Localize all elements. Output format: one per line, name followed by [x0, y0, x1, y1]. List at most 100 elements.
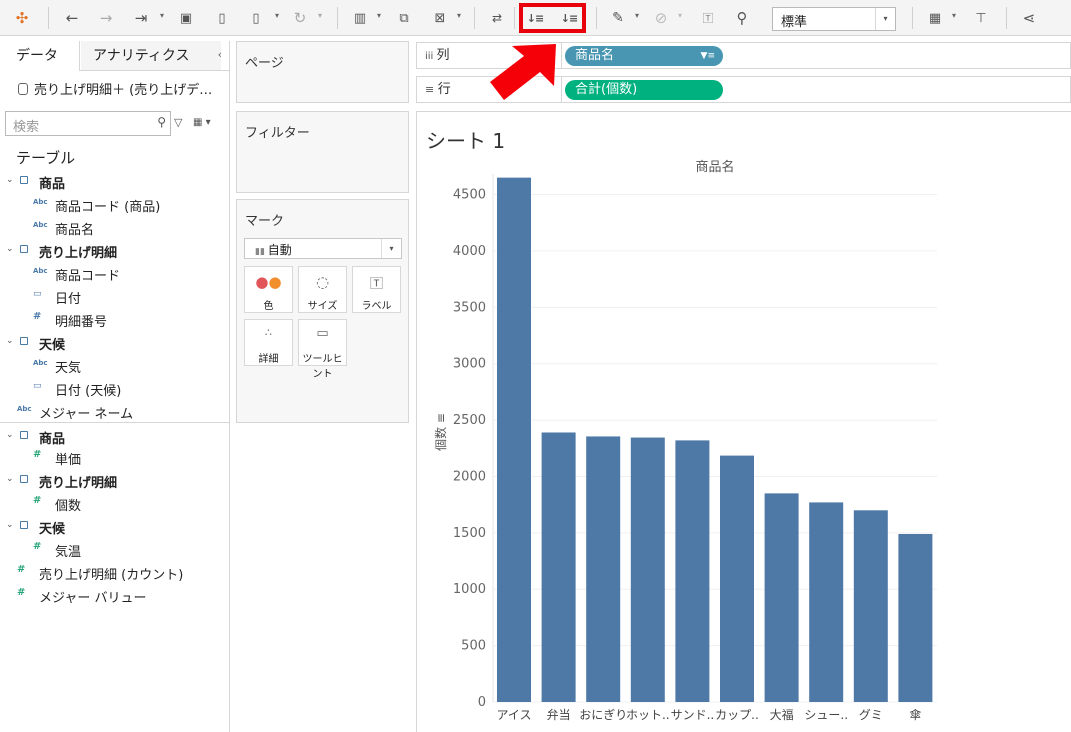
tableau-logo-icon[interactable]: ✣ — [12, 6, 32, 30]
chevron-down-icon[interactable]: ⌄ — [6, 244, 14, 254]
table-item[interactable]: ⌄ 天候 — [0, 516, 229, 538]
search-input[interactable]: 検索 ⚲ — [5, 111, 171, 136]
replay-icon[interactable]: ⇥ — [130, 6, 152, 30]
show-me-dropdown-icon[interactable]: ▾ — [952, 11, 956, 20]
field-item[interactable]: ▭ 日付 — [0, 286, 229, 308]
show-me-icon[interactable]: ▦ — [924, 6, 946, 30]
share-icon[interactable]: ⋖ — [1018, 6, 1040, 30]
color-icon: ●● — [255, 273, 282, 291]
field-item[interactable]: # 明細番号 — [0, 309, 229, 331]
field-item[interactable]: Abc メジャー ネーム — [0, 401, 229, 423]
y-tick-label: 1000 — [453, 582, 486, 597]
x-tick-label: 弁当 — [547, 707, 571, 722]
fit-select[interactable]: 標準 ▾ — [772, 7, 896, 31]
presentation-icon[interactable]: ⊤ — [970, 6, 992, 30]
size-button[interactable]: ◌ サイズ — [298, 266, 347, 313]
data-panel: データ アナリティクス ‹ 売り上げ明細＋ (売り上げデ… 検索 ⚲ ▽ ▦ ▾… — [0, 41, 230, 732]
chevron-down-icon[interactable]: ⌄ — [6, 520, 14, 530]
x-tick-label: サンド.. — [671, 708, 715, 722]
replay-dropdown-icon[interactable]: ▾ — [160, 11, 164, 20]
y-tick-label: 2500 — [453, 413, 486, 428]
label-icon[interactable]: 🅃 — [698, 6, 718, 30]
measure-field-icon: # — [33, 449, 42, 460]
field-item[interactable]: # 単価 — [0, 447, 229, 469]
field-label: 個数 — [55, 499, 82, 514]
detail-label: 詳細 — [258, 354, 279, 365]
chevron-down-icon[interactable]: ⌄ — [6, 336, 14, 346]
redo-icon[interactable]: → — [96, 6, 116, 30]
field-item[interactable]: ▭ 日付 (天候) — [0, 378, 229, 400]
x-tick-label: カップ.. — [715, 708, 759, 722]
tab-analytics[interactable]: アナリティクス — [81, 41, 221, 71]
pages-shelf[interactable]: ページ — [236, 41, 409, 103]
pause-icon[interactable]: ▯ — [246, 6, 266, 30]
columns-pill[interactable]: 商品名 ▼≡ — [565, 46, 723, 66]
field-item[interactable]: Abc 商品名 — [0, 217, 229, 239]
filters-shelf[interactable]: フィルター — [236, 111, 409, 193]
new-sheet-dropdown-icon[interactable]: ▾ — [377, 11, 381, 20]
new-sheet-icon[interactable]: ▥ — [350, 6, 370, 30]
search-placeholder: 検索 — [13, 120, 40, 135]
y-tick-label: 3500 — [453, 300, 486, 315]
label-button[interactable]: 🅃 ラベル — [352, 266, 401, 313]
search-icon: ⚲ — [157, 115, 166, 129]
new-datasource-icon[interactable]: ▯ — [212, 6, 232, 30]
marks-title: マーク — [245, 214, 285, 229]
duplicate-icon[interactable]: ⧉ — [394, 6, 414, 30]
field-label: メジャー ネーム — [39, 407, 134, 422]
view-options-icon[interactable]: ▦ ▾ — [193, 117, 211, 128]
y-tick-label: 500 — [461, 639, 486, 654]
swap-icon[interactable]: ⇄ — [487, 6, 507, 30]
field-label: 売り上げ明細 (カウント) — [39, 568, 184, 583]
field-item[interactable]: Abc 商品コード (商品) — [0, 194, 229, 216]
group-dropdown-icon[interactable]: ▾ — [678, 11, 682, 20]
field-item[interactable]: # 気温 — [0, 539, 229, 561]
clear-dropdown-icon[interactable]: ▾ — [457, 11, 461, 20]
tab-data[interactable]: データ — [0, 41, 80, 71]
group-icon[interactable]: ⊘ — [651, 6, 671, 30]
x-tick-label: アイス — [496, 708, 531, 722]
undo-icon[interactable]: ← — [62, 6, 82, 30]
field-label: 明細番号 — [55, 315, 108, 330]
chevron-down-icon[interactable]: ⌄ — [6, 430, 14, 440]
x-tick-label: グミ — [859, 708, 883, 722]
pause-dropdown-icon[interactable]: ▾ — [275, 11, 279, 20]
field-label: 天候 — [39, 522, 66, 537]
datasource-item[interactable]: 売り上げ明細＋ (売り上げデ… — [18, 79, 212, 98]
table-item[interactable]: ⌄ 売り上げ明細 — [0, 240, 229, 262]
chevron-down-icon: ▾ — [381, 239, 401, 258]
table-icon — [20, 475, 28, 483]
chevron-down-icon[interactable]: ⌄ — [6, 175, 14, 185]
chevron-down-icon[interactable]: ⌄ — [6, 474, 14, 484]
collapse-panel-icon[interactable]: ‹ — [218, 48, 222, 61]
mark-type-select[interactable]: ▮▮ 自動 ▾ — [244, 238, 402, 259]
bar — [586, 436, 621, 702]
columns-pill-label: 商品名 — [575, 48, 615, 63]
color-button[interactable]: ●● 色 — [244, 266, 293, 313]
table-item[interactable]: ⌄ 天候 — [0, 332, 229, 354]
table-item[interactable]: ⌄ 商品 — [0, 426, 229, 448]
field-item[interactable]: # 売り上げ明細 (カウント) — [0, 562, 229, 584]
highlight-icon[interactable]: ✎ — [608, 6, 628, 30]
field-item[interactable]: Abc 商品コード — [0, 263, 229, 285]
field-item[interactable]: Abc 天気 — [0, 355, 229, 377]
tooltip-button[interactable]: ▭ ツールヒント — [298, 319, 347, 380]
rows-pill[interactable]: 合計(個数) — [565, 80, 723, 100]
clear-icon[interactable]: ⊠ — [430, 6, 450, 30]
refresh-icon[interactable]: ↻ — [290, 6, 310, 30]
table-item[interactable]: ⌄ 売り上げ明細 — [0, 470, 229, 492]
detail-button[interactable]: ∴ 詳細 — [244, 319, 293, 366]
x-tick-label: ホット.. — [626, 708, 670, 722]
field-item[interactable]: # 個数 — [0, 493, 229, 515]
table-item[interactable]: ⌄ 商品 — [0, 171, 229, 193]
y-tick-label: 0 — [478, 695, 486, 710]
highlight-dropdown-icon[interactable]: ▾ — [635, 11, 639, 20]
field-label: 商品 — [39, 432, 66, 447]
save-icon[interactable]: ▣ — [176, 6, 196, 30]
measure-field-icon: # — [33, 541, 42, 552]
filter-icon[interactable]: ▽ — [174, 116, 182, 129]
pin-icon[interactable]: ⚲ — [732, 6, 752, 30]
field-item[interactable]: # メジャー バリュー — [0, 585, 229, 607]
refresh-dropdown-icon[interactable]: ▾ — [318, 11, 322, 20]
field-label: 天気 — [55, 361, 82, 376]
